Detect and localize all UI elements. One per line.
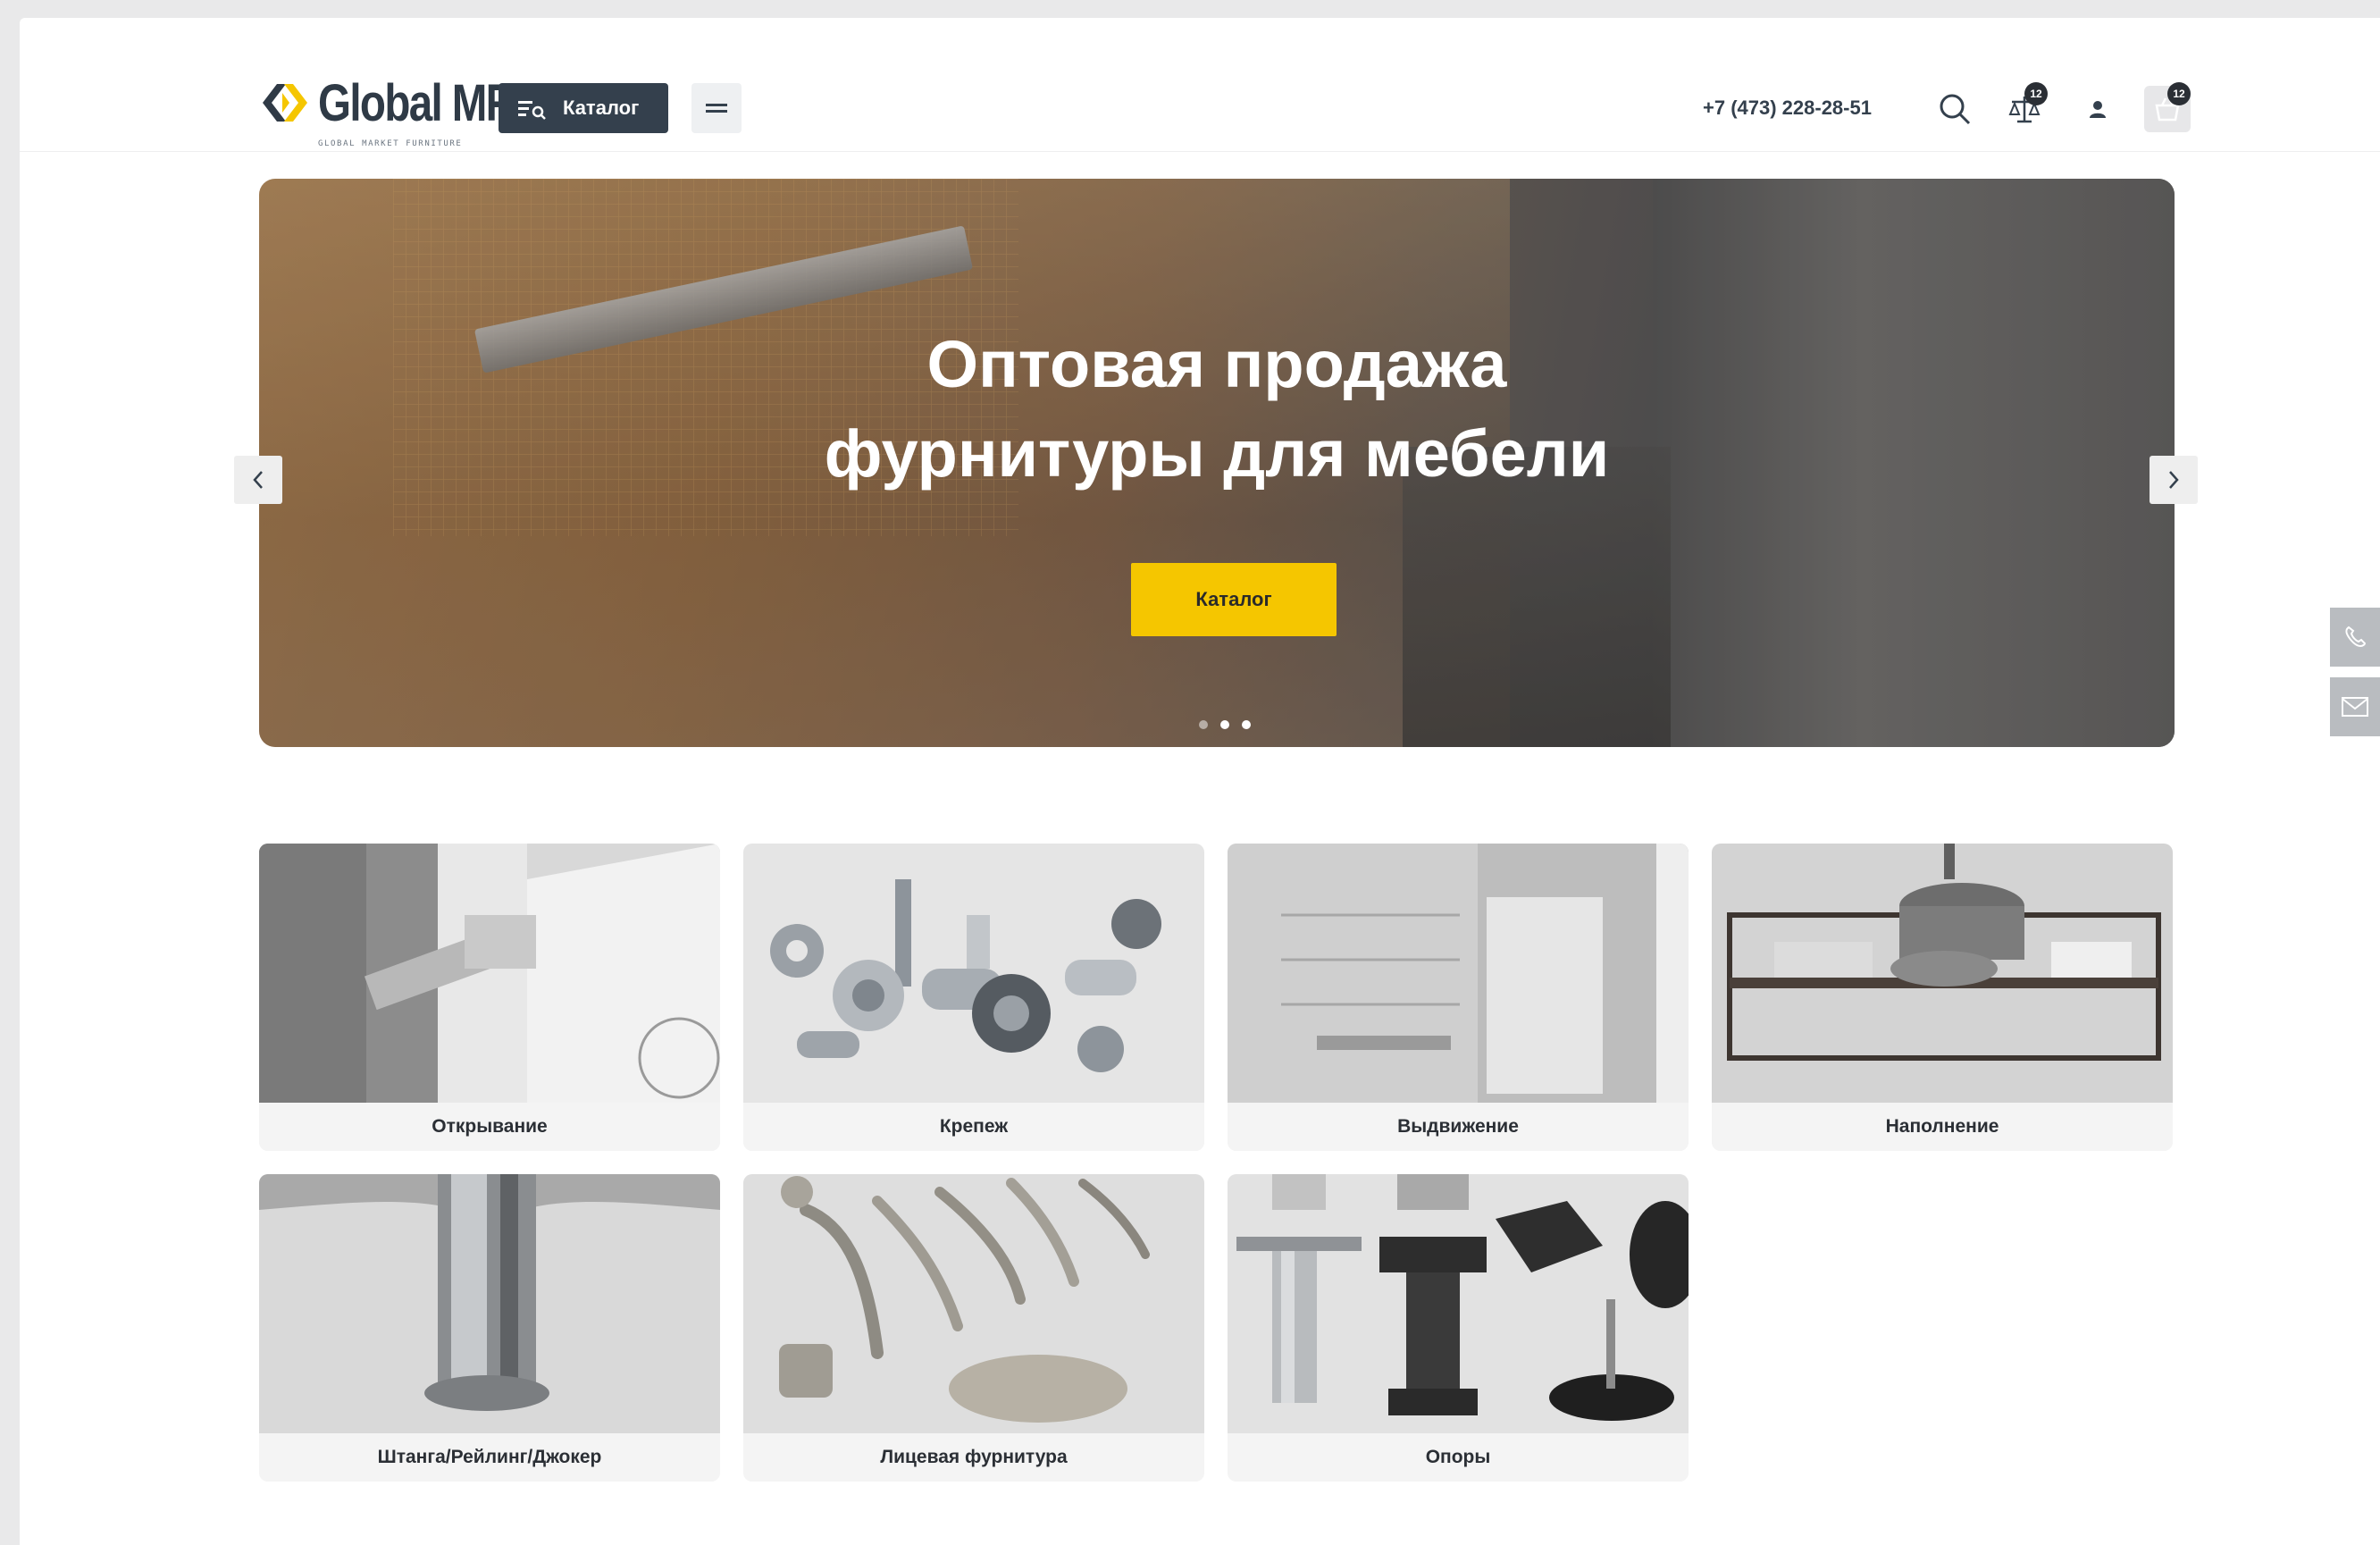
catalog-button[interactable]: Каталог (499, 83, 668, 133)
hero-title: Оптовая продажа фурнитуры для мебели (259, 320, 2175, 499)
category-image (743, 1174, 1204, 1433)
hero-catalog-button[interactable]: Каталог (1131, 563, 1337, 636)
catalog-icon (518, 101, 546, 120)
category-card-drawers[interactable]: Выдвижение (1228, 844, 1689, 1151)
slider-prev-button[interactable] (234, 456, 282, 504)
category-image (1712, 844, 2173, 1103)
page: Global MF GLOBAL MARKET FURNITURE Катало… (20, 18, 2380, 1545)
search-icon (1940, 94, 1971, 125)
category-card-opening[interactable]: Открывание (259, 844, 720, 1151)
category-card-handles[interactable]: Лицевая фурнитура (743, 1174, 1204, 1482)
hero-slider: Оптовая продажа фурнитуры для мебели Кат… (259, 179, 2175, 747)
category-image (1228, 844, 1689, 1103)
mail-icon (2342, 697, 2368, 717)
category-card-supports[interactable]: Опоры (1228, 1174, 1689, 1482)
site-header: Global MF GLOBAL MARKET FURNITURE Катало… (20, 18, 2380, 152)
search-button[interactable] (1932, 86, 1978, 132)
side-call-button[interactable] (2330, 608, 2380, 667)
category-card-fasteners[interactable]: Крепеж (743, 844, 1204, 1151)
menu-button[interactable] (691, 83, 742, 133)
menu-icon (706, 104, 727, 113)
category-label: Штанга/Рейлинг/Джокер (259, 1433, 720, 1482)
category-card-fillings[interactable]: Наполнение (1712, 844, 2173, 1151)
category-image (1228, 1174, 1689, 1433)
category-card-rails[interactable]: Штанга/Рейлинг/Джокер (259, 1174, 720, 1482)
chevron-right-icon (2169, 471, 2179, 489)
category-label: Лицевая фурнитура (743, 1433, 1204, 1482)
hero-title-line2: фурнитуры для мебели (824, 416, 1610, 491)
phone-link[interactable]: +7 (473) 228-28-51 (1703, 97, 1872, 120)
category-image (743, 844, 1204, 1103)
logo-icon (263, 84, 307, 122)
logo-text: Global MF (318, 74, 512, 132)
logo[interactable]: Global MF GLOBAL MARKET FURNITURE (259, 73, 512, 154)
category-label: Выдвижение (1228, 1103, 1689, 1151)
user-icon (2090, 101, 2106, 118)
category-label: Опоры (1228, 1433, 1689, 1482)
category-image (259, 1174, 720, 1433)
category-label: Открывание (259, 1103, 720, 1151)
logo-subtitle: GLOBAL MARKET FURNITURE (318, 139, 463, 148)
chevron-left-icon (253, 471, 263, 489)
compare-count-badge: 12 (2024, 82, 2048, 105)
side-mail-button[interactable] (2330, 677, 2380, 736)
category-image (259, 844, 720, 1103)
slider-dots (1199, 720, 1251, 729)
slider-next-button[interactable] (2150, 456, 2198, 504)
slider-dot[interactable] (1242, 720, 1251, 729)
hero-title-line1: Оптовая продажа (926, 327, 1507, 401)
slider-dot-active[interactable] (1220, 720, 1229, 729)
cart-button[interactable]: 12 (2144, 82, 2191, 132)
account-button[interactable] (2074, 86, 2121, 132)
compare-button[interactable]: 12 (2001, 82, 2048, 132)
catalog-button-label: Каталог (563, 97, 640, 119)
phone-icon (2345, 626, 2367, 648)
cart-count-badge: 12 (2167, 82, 2191, 105)
slider-dot[interactable] (1199, 720, 1208, 729)
category-label: Наполнение (1712, 1103, 2173, 1151)
category-label: Крепеж (743, 1103, 1204, 1151)
